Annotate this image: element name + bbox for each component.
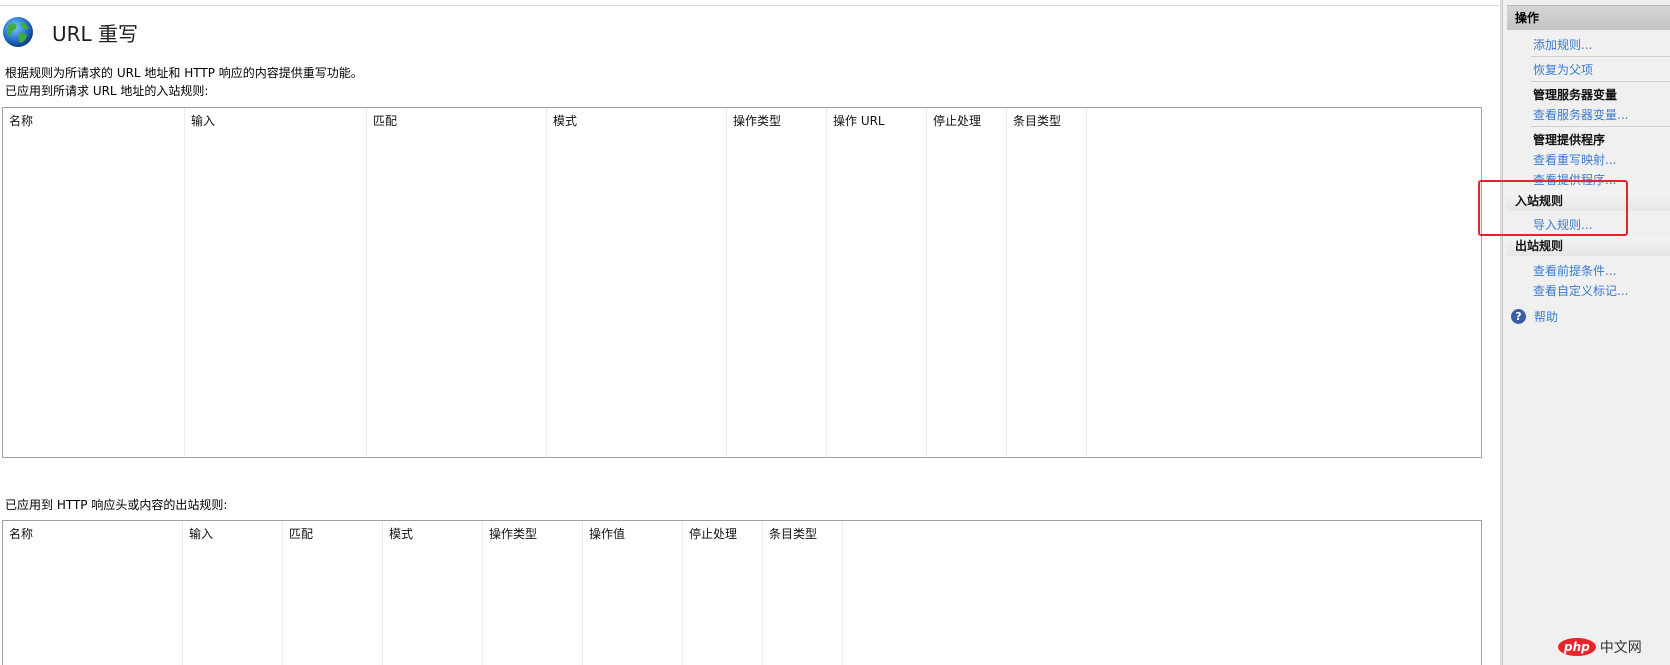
watermark-text: 中文网	[1599, 640, 1642, 656]
inbound-rules-grid[interactable]: 名称 输入 匹配 模式 操作类型 操作 URL 停止处理 条目类型	[2, 107, 1482, 458]
page-title: URL 重写	[52, 21, 139, 46]
outbound-col-stop-processing[interactable]: 停止处理	[683, 521, 763, 665]
outbound-rules-group: 出站规则	[1507, 236, 1670, 256]
outbound-rules-label: 已应用到 HTTP 响应头或内容的出站规则:	[5, 498, 228, 512]
help-icon: ?	[1511, 309, 1526, 324]
inbound-col-action-type[interactable]: 操作类型	[727, 108, 827, 457]
view-server-variables-link[interactable]: 查看服务器变量...	[1533, 106, 1628, 123]
view-custom-tags-link[interactable]: 查看自定义标记...	[1533, 282, 1628, 299]
inbound-col-stop-processing[interactable]: 停止处理	[927, 108, 1007, 457]
inbound-col-action-url[interactable]: 操作 URL	[827, 108, 927, 457]
inbound-col-input[interactable]: 输入	[185, 108, 367, 457]
view-rewrite-maps-link[interactable]: 查看重写映射...	[1533, 151, 1616, 168]
revert-to-parent-link[interactable]: 恢复为父项	[1533, 61, 1593, 78]
actions-pane: 操作 添加规则... 恢复为父项 管理服务器变量 查看服务器变量... 管理提供…	[1502, 0, 1670, 665]
manage-providers-heading: 管理提供程序	[1533, 133, 1606, 147]
outbound-col-name[interactable]: 名称	[3, 521, 183, 665]
outbound-col-entry-type[interactable]: 条目类型	[763, 521, 843, 665]
inbound-col-entry-type[interactable]: 条目类型	[1007, 108, 1087, 457]
outbound-col-match[interactable]: 匹配	[283, 521, 383, 665]
watermark-logo: php	[1558, 638, 1596, 656]
import-rules-link[interactable]: 导入规则...	[1533, 216, 1592, 233]
outbound-col-action-value[interactable]: 操作值	[583, 521, 683, 665]
add-rule-link[interactable]: 添加规则...	[1533, 36, 1592, 53]
outbound-col-pattern[interactable]: 模式	[383, 521, 483, 665]
outbound-col-input[interactable]: 输入	[183, 521, 283, 665]
inbound-col-match[interactable]: 匹配	[367, 108, 547, 457]
globe-icon	[3, 17, 33, 47]
manage-server-variables-heading: 管理服务器变量	[1533, 88, 1618, 102]
main-content: URL 重写 根据规则为所请求的 URL 地址和 HTTP 响应的内容提供重写功…	[0, 0, 1501, 665]
outbound-rules-grid[interactable]: 名称 输入 匹配 模式 操作类型 操作值 停止处理 条目类型	[2, 520, 1482, 665]
help-link[interactable]: 帮助	[1534, 308, 1558, 325]
feature-description: 根据规则为所请求的 URL 地址和 HTTP 响应的内容提供重写功能。	[5, 66, 363, 80]
pane-divider	[1531, 56, 1670, 57]
actions-pane-title: 操作	[1507, 5, 1670, 30]
inbound-col-name[interactable]: 名称	[3, 108, 185, 457]
watermark: php 中文网	[1558, 637, 1642, 657]
inbound-col-pattern[interactable]: 模式	[547, 108, 727, 457]
top-border	[0, 5, 1500, 6]
outbound-col-action-type[interactable]: 操作类型	[483, 521, 583, 665]
pane-divider	[1531, 81, 1670, 82]
inbound-rules-group: 入站规则	[1507, 191, 1670, 211]
view-preconditions-link[interactable]: 查看前提条件...	[1533, 262, 1616, 279]
view-providers-link[interactable]: 查看提供程序...	[1533, 171, 1616, 188]
help-row[interactable]: ? 帮助	[1511, 308, 1558, 325]
pane-divider	[1531, 126, 1670, 127]
title-row: URL 重写	[0, 12, 138, 52]
inbound-rules-label: 已应用到所请求 URL 地址的入站规则:	[5, 84, 209, 98]
